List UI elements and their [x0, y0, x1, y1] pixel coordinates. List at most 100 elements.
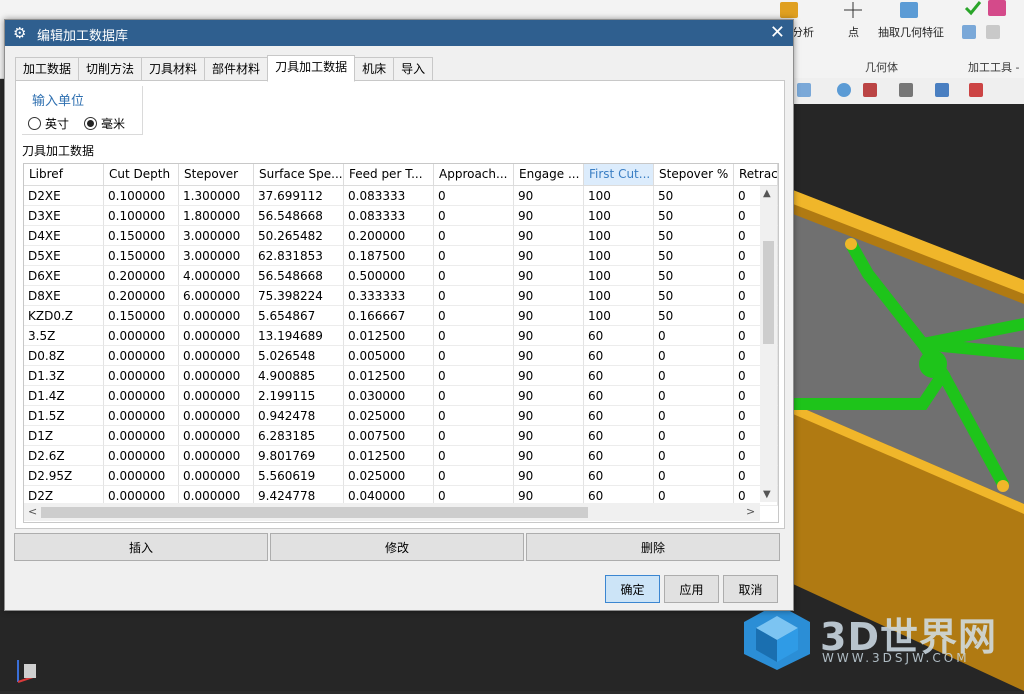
table-cell-libref[interactable]: D1.3Z [24, 366, 104, 386]
tab-import[interactable]: 导入 [393, 57, 434, 81]
extract-geometry-icon[interactable] [900, 2, 918, 18]
table-cell-feed-per-tooth[interactable]: 0.500000 [344, 266, 434, 286]
table-cell-approach[interactable]: 0 [434, 406, 514, 426]
table-cell-surface-speed[interactable]: 56.548668 [254, 206, 344, 226]
table-cell-stepover[interactable]: 3.000000 [179, 246, 254, 266]
scroll-down-icon[interactable]: ▼ [763, 489, 771, 500]
table-cell-first-cut[interactable]: 60 [584, 406, 654, 426]
table-row[interactable]: 3.5Z 0.000000 0.000000 13.194689 0.012500 0 90… [24, 326, 778, 346]
table-cell-feed-per-tooth[interactable]: 0.083333 [344, 186, 434, 206]
table-cell-first-cut[interactable]: 100 [584, 266, 654, 286]
table-cell-libref[interactable]: D0.8Z [24, 346, 104, 366]
table-cell-libref[interactable]: D6XE [24, 266, 104, 286]
ribbon-analysis-label[interactable]: 分析 [792, 24, 814, 40]
table-cell-first-cut[interactable]: 100 [584, 206, 654, 226]
table-cell-surface-speed[interactable]: 5.026548 [254, 346, 344, 366]
table-cell-stepover[interactable]: 0.000000 [179, 466, 254, 486]
table-row[interactable]: D5XE 0.150000 3.000000 62.831853 0.187500 0 90… [24, 246, 778, 266]
table-cell-first-cut[interactable]: 60 [584, 346, 654, 366]
table-cell-stepover[interactable]: 0.000000 [179, 386, 254, 406]
table-cell-engage[interactable]: 90 [514, 366, 584, 386]
table-cell-surface-speed[interactable]: 4.900885 [254, 366, 344, 386]
table-cell-stepover[interactable]: 1.800000 [179, 206, 254, 226]
horizontal-scroll-thumb[interactable] [41, 507, 588, 518]
column-header-engage[interactable]: Engage ... [514, 164, 584, 185]
table-cell-stepover-percent[interactable]: 0 [654, 366, 734, 386]
table-cell-feed-per-tooth[interactable]: 0.007500 [344, 426, 434, 446]
scroll-up-icon[interactable]: ▲ [763, 188, 771, 199]
table-cell-feed-per-tooth[interactable]: 0.012500 [344, 366, 434, 386]
table-cell-stepover-percent[interactable]: 50 [654, 246, 734, 266]
table-cell-engage[interactable]: 90 [514, 286, 584, 306]
table-cell-stepover-percent[interactable]: 0 [654, 386, 734, 406]
doc-icon[interactable] [986, 25, 1000, 39]
table-cell-stepover-percent[interactable]: 0 [654, 446, 734, 466]
table-row[interactable]: KZD0.Z 0.150000 0.000000 5.654867 0.166667 0 9… [24, 306, 778, 326]
table-row[interactable]: D2XE 0.100000 1.300000 37.699112 0.083333 0 90… [24, 186, 778, 206]
table-cell-stepover-percent[interactable]: 0 [654, 466, 734, 486]
radio-millimeter[interactable]: 毫米 [84, 115, 125, 132]
table-cell-surface-speed[interactable]: 37.699112 [254, 186, 344, 206]
table-cell-stepover-percent[interactable]: 0 [654, 406, 734, 426]
cancel-button[interactable]: 取消 [723, 575, 778, 603]
table-cell-first-cut[interactable]: 60 [584, 426, 654, 446]
table-cell-approach[interactable]: 0 [434, 186, 514, 206]
table-cell-surface-speed[interactable]: 9.801769 [254, 446, 344, 466]
table-cell-approach[interactable]: 0 [434, 426, 514, 446]
column-header-cut-depth[interactable]: Cut Depth [104, 164, 179, 185]
apply-button[interactable]: 应用 [664, 575, 719, 603]
table-cell-engage[interactable]: 90 [514, 246, 584, 266]
tab-cut-method[interactable]: 切削方法 [78, 57, 143, 81]
table-cell-cut-depth[interactable]: 0.000000 [104, 366, 179, 386]
table-cell-approach[interactable]: 0 [434, 246, 514, 266]
table-cell-approach[interactable]: 0 [434, 446, 514, 466]
table-cell-engage[interactable]: 90 [514, 386, 584, 406]
radio-millimeter-indicator[interactable] [84, 117, 97, 130]
table-cell-approach[interactable]: 0 [434, 306, 514, 326]
table-cell-engage[interactable]: 90 [514, 186, 584, 206]
table-cell-cut-depth[interactable]: 0.000000 [104, 406, 179, 426]
vertical-scroll-thumb[interactable] [763, 241, 774, 344]
table-cell-feed-per-tooth[interactable]: 0.012500 [344, 446, 434, 466]
table-cell-approach[interactable]: 0 [434, 206, 514, 226]
table-cell-stepover[interactable]: 0.000000 [179, 346, 254, 366]
table-cell-cut-depth[interactable]: 0.000000 [104, 426, 179, 446]
filter-icon[interactable] [969, 83, 983, 97]
table-row[interactable]: D1.5Z 0.000000 0.000000 0.942478 0.025000 0 90… [24, 406, 778, 426]
table-cell-stepover-percent[interactable]: 50 [654, 226, 734, 246]
table-row[interactable]: D1.4Z 0.000000 0.000000 2.199115 0.030000 0 90… [24, 386, 778, 406]
table-cell-stepover[interactable]: 6.000000 [179, 286, 254, 306]
table-row[interactable]: D0.8Z 0.000000 0.000000 5.026548 0.005000 0 90… [24, 346, 778, 366]
table-cell-libref[interactable]: D2.95Z [24, 466, 104, 486]
table-cell-engage[interactable]: 90 [514, 306, 584, 326]
column-header-retract[interactable]: Retrac [734, 164, 778, 185]
table-cell-approach[interactable]: 0 [434, 326, 514, 346]
table-cell-stepover-percent[interactable]: 50 [654, 266, 734, 286]
table-cell-libref[interactable]: D8XE [24, 286, 104, 306]
checkmark-icon[interactable] [964, 0, 982, 16]
table-cell-feed-per-tooth[interactable]: 0.200000 [344, 226, 434, 246]
table-cell-stepover-percent[interactable]: 0 [654, 326, 734, 346]
tab-machining-data[interactable]: 加工数据 [15, 57, 80, 81]
table-cell-feed-per-tooth[interactable]: 0.083333 [344, 206, 434, 226]
column-header-approach[interactable]: Approach... [434, 164, 514, 185]
table-cell-surface-speed[interactable]: 5.654867 [254, 306, 344, 326]
close-icon[interactable]: ✕ [770, 22, 785, 43]
tab-part-material[interactable]: 部件材料 [204, 57, 269, 81]
table-cell-feed-per-tooth[interactable]: 0.025000 [344, 406, 434, 426]
table-cell-stepover[interactable]: 3.000000 [179, 226, 254, 246]
table-cell-approach[interactable]: 0 [434, 466, 514, 486]
table-cell-feed-per-tooth[interactable]: 0.187500 [344, 246, 434, 266]
column-header-stepover[interactable]: Stepover [179, 164, 254, 185]
table-row[interactable]: D2.6Z 0.000000 0.000000 9.801769 0.012500 0 90… [24, 446, 778, 466]
delete-button[interactable]: 删除 [526, 533, 780, 561]
table-cell-stepover-percent[interactable]: 0 [654, 426, 734, 446]
table-cell-engage[interactable]: 90 [514, 426, 584, 446]
table-cell-approach[interactable]: 0 [434, 266, 514, 286]
table-cell-libref[interactable]: D4XE [24, 226, 104, 246]
table-cell-surface-speed[interactable]: 0.942478 [254, 406, 344, 426]
table-cell-feed-per-tooth[interactable]: 0.005000 [344, 346, 434, 366]
table-cell-libref[interactable]: D2XE [24, 186, 104, 206]
table-cell-stepover[interactable]: 0.000000 [179, 326, 254, 346]
table-cell-cut-depth[interactable]: 0.200000 [104, 286, 179, 306]
